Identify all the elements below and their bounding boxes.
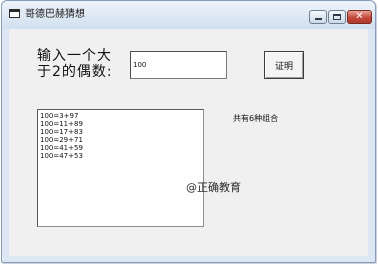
prove-button[interactable]: 证明 bbox=[264, 51, 304, 79]
result-line: 100=47+53 bbox=[40, 152, 83, 160]
result-line: 100=29+71 bbox=[40, 136, 83, 144]
window-app-icon bbox=[9, 9, 20, 18]
main-window: 哥德巴赫猜想 ✕ 输入一个大于2的偶数: 证明 100=3+97 100=11+… bbox=[1, 0, 376, 263]
title-bar[interactable]: 哥德巴赫猜想 ✕ bbox=[2, 1, 375, 29]
number-input[interactable] bbox=[130, 51, 227, 79]
result-line: 100=11+89 bbox=[40, 120, 83, 128]
prompt-label: 输入一个大于2的偶数: bbox=[37, 48, 113, 80]
minimize-icon bbox=[315, 18, 322, 20]
close-icon: ✕ bbox=[355, 11, 364, 22]
window-title: 哥德巴赫猜想 bbox=[25, 9, 85, 20]
result-line: 100=17+83 bbox=[40, 128, 83, 136]
form-client-area: 输入一个大于2的偶数: 证明 100=3+97 100=11+89 100=17… bbox=[9, 29, 368, 256]
minimize-button[interactable] bbox=[309, 10, 327, 24]
watermark-text: @正确教育 bbox=[186, 181, 241, 194]
results-textbox[interactable]: 100=3+97 100=11+89 100=17+83 100=29+71 1… bbox=[37, 109, 204, 227]
close-button[interactable]: ✕ bbox=[347, 10, 372, 24]
result-line: 100=41+59 bbox=[40, 144, 83, 152]
maximize-button[interactable] bbox=[328, 10, 346, 24]
result-line: 100=3+97 bbox=[40, 112, 79, 120]
combination-count-label: 共有6种组合 bbox=[233, 114, 279, 123]
maximize-icon bbox=[333, 14, 341, 20]
